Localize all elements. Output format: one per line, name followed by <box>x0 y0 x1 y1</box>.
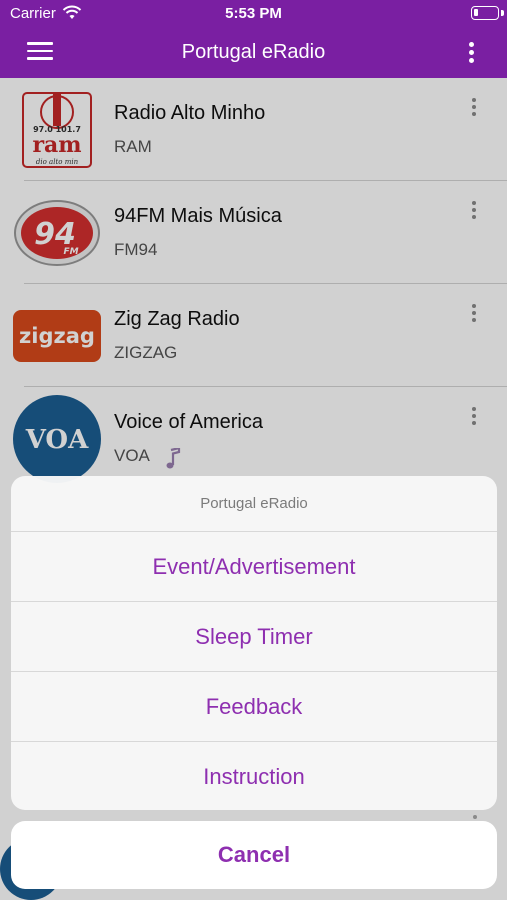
battery-tip <box>501 10 504 16</box>
clock-label: 5:53 PM <box>225 5 282 22</box>
battery-icon <box>471 6 499 20</box>
sleep-timer-option[interactable]: Sleep Timer <box>11 602 497 672</box>
action-sheet-title: Portugal eRadio <box>11 476 497 532</box>
cancel-button[interactable]: Cancel <box>11 821 497 889</box>
nav-bar: Portugal eRadio <box>0 28 507 78</box>
status-bar: Carrier 5:53 PM <box>0 0 507 28</box>
feedback-option[interactable]: Feedback <box>11 672 497 742</box>
action-sheet: Portugal eRadio Event/Advertisement Slee… <box>11 476 497 810</box>
event-advertisement-option[interactable]: Event/Advertisement <box>11 532 497 602</box>
more-options-icon[interactable] <box>469 42 475 64</box>
app-title: Portugal eRadio <box>181 41 326 63</box>
instruction-option[interactable]: Instruction <box>11 742 497 810</box>
row-more-dot-peek <box>473 815 477 819</box>
